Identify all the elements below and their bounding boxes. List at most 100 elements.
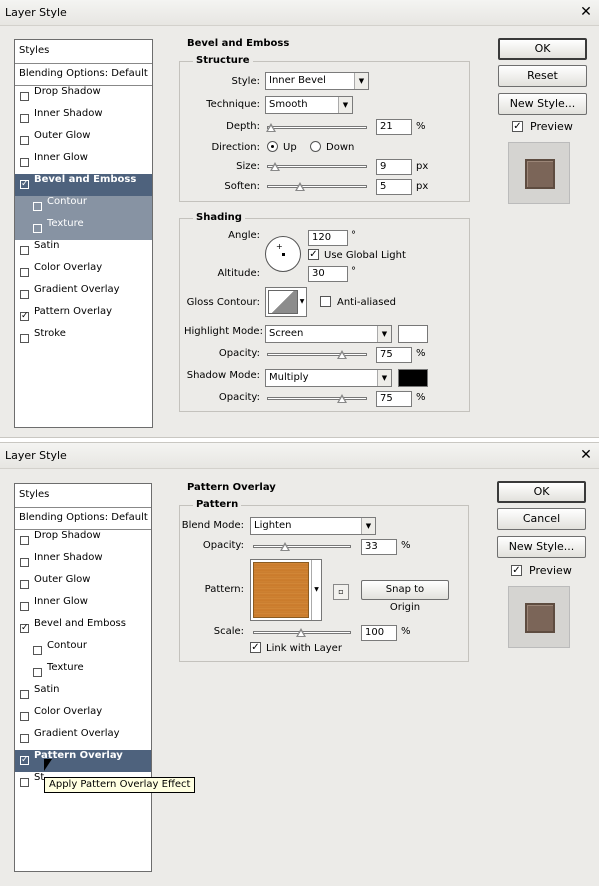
opacity-slider[interactable] xyxy=(253,542,351,552)
style-item-checkbox[interactable] xyxy=(20,558,29,567)
new-preset-icon[interactable]: ▫ xyxy=(333,584,349,600)
style-item-outer-glow[interactable]: Outer Glow xyxy=(15,574,151,596)
style-item-checkbox[interactable]: ✓ xyxy=(20,312,29,321)
style-item-drop-shadow[interactable]: Drop Shadow xyxy=(15,86,152,108)
scale-input[interactable]: 100 xyxy=(361,625,397,641)
ok-button[interactable]: OK xyxy=(498,38,587,60)
style-item-outer-glow[interactable]: Outer Glow xyxy=(15,130,152,152)
highlight-opacity-slider[interactable] xyxy=(267,350,367,360)
style-item-inner-shadow[interactable]: Inner Shadow xyxy=(15,552,151,574)
altitude-input[interactable]: 30 xyxy=(308,266,348,282)
style-item-checkbox[interactable] xyxy=(33,668,42,677)
style-item-gradient-overlay[interactable]: Gradient Overlay xyxy=(15,284,152,306)
direction-up-radio[interactable] xyxy=(267,141,278,152)
style-item-satin[interactable]: Satin xyxy=(15,684,151,706)
style-item-inner-glow[interactable]: Inner Glow xyxy=(15,152,152,174)
style-item-pattern-overlay[interactable]: ✓ Pattern Overlay xyxy=(15,306,152,328)
technique-select[interactable]: Smooth ▼ xyxy=(265,96,353,114)
pattern-picker[interactable]: ▼ xyxy=(250,559,322,621)
style-item-checkbox[interactable] xyxy=(20,158,29,167)
preview-checkbox[interactable]: ✓ xyxy=(512,121,523,132)
style-item-checkbox[interactable] xyxy=(20,290,29,299)
size-input[interactable]: 9 xyxy=(376,159,412,175)
style-item-checkbox[interactable]: ✓ xyxy=(20,756,29,765)
style-item-drop-shadow[interactable]: Drop Shadow xyxy=(15,530,151,552)
style-item-texture[interactable]: Texture xyxy=(15,662,151,684)
new-style-button[interactable]: New Style... xyxy=(497,536,586,558)
style-item-checkbox[interactable] xyxy=(20,92,29,101)
style-item-checkbox[interactable] xyxy=(20,334,29,343)
style-item-bevel-and-emboss[interactable]: ✓ Bevel and Emboss xyxy=(15,174,152,196)
direction-down-radio[interactable] xyxy=(310,141,321,152)
style-item-checkbox[interactable] xyxy=(20,136,29,145)
close-icon[interactable]: ✕ xyxy=(579,5,593,19)
style-item-bevel-and-emboss[interactable]: ✓ Bevel and Emboss xyxy=(15,618,151,640)
depth-input[interactable]: 21 xyxy=(376,119,412,135)
angle-input[interactable]: 120 xyxy=(308,230,348,246)
blending-options-item[interactable]: Blending Options: Default xyxy=(15,508,151,530)
style-item-checkbox[interactable]: ✓ xyxy=(20,180,29,189)
shadow-opacity-slider[interactable] xyxy=(267,394,367,404)
depth-slider-thumb[interactable] xyxy=(266,123,276,132)
style-item-gradient-overlay[interactable]: Gradient Overlay xyxy=(15,728,151,750)
style-item-checkbox[interactable]: ✓ xyxy=(20,624,29,633)
size-slider[interactable] xyxy=(267,162,367,172)
opacity-slider-thumb[interactable] xyxy=(280,542,291,551)
styles-header[interactable]: Styles xyxy=(15,40,152,64)
style-item-inner-shadow[interactable]: Inner Shadow xyxy=(15,108,152,130)
style-item-checkbox[interactable] xyxy=(20,712,29,721)
ok-button[interactable]: OK xyxy=(497,481,586,503)
style-item-checkbox[interactable] xyxy=(33,224,42,233)
style-item-color-overlay[interactable]: Color Overlay xyxy=(15,262,152,284)
new-style-button[interactable]: New Style... xyxy=(498,93,587,115)
highlight-mode-select[interactable]: Screen ▼ xyxy=(265,325,392,343)
shadow-mode-select[interactable]: Multiply ▼ xyxy=(265,369,392,387)
soften-slider-thumb[interactable] xyxy=(295,182,305,191)
style-item-satin[interactable]: Satin xyxy=(15,240,152,262)
soften-input[interactable]: 5 xyxy=(376,179,412,195)
shadow-color-swatch[interactable] xyxy=(398,369,428,387)
soften-slider[interactable] xyxy=(267,182,367,192)
style-item-color-overlay[interactable]: Color Overlay xyxy=(15,706,151,728)
style-select[interactable]: Inner Bevel ▼ xyxy=(265,72,369,90)
style-item-texture[interactable]: Texture xyxy=(15,218,152,240)
style-item-checkbox[interactable] xyxy=(20,246,29,255)
snap-to-origin-button[interactable]: Snap to Origin xyxy=(361,580,449,613)
styles-header[interactable]: Styles xyxy=(15,484,151,508)
style-item-inner-glow[interactable]: Inner Glow xyxy=(15,596,151,618)
gloss-contour-picker[interactable]: ▼ xyxy=(265,287,307,317)
preview-checkbox[interactable]: ✓ xyxy=(511,565,522,576)
shadow-opacity-thumb[interactable] xyxy=(337,394,347,403)
style-item-checkbox[interactable] xyxy=(33,202,42,211)
scale-slider[interactable] xyxy=(253,628,351,638)
style-item-checkbox[interactable] xyxy=(20,580,29,589)
size-slider-thumb[interactable] xyxy=(270,162,280,171)
highlight-opacity-input[interactable]: 75 xyxy=(376,347,412,363)
blend-mode-select[interactable]: Lighten ▼ xyxy=(250,517,376,535)
highlight-opacity-thumb[interactable] xyxy=(337,350,347,359)
style-item-checkbox[interactable] xyxy=(20,602,29,611)
style-item-checkbox[interactable] xyxy=(20,536,29,545)
link-with-layer-checkbox[interactable]: ✓ xyxy=(250,642,261,653)
close-icon[interactable]: ✕ xyxy=(579,448,593,462)
opacity-input[interactable]: 33 xyxy=(361,539,397,555)
style-item-stroke[interactable]: Stroke xyxy=(15,328,152,350)
style-item-checkbox[interactable] xyxy=(20,778,29,787)
anti-aliased-checkbox[interactable] xyxy=(320,296,331,307)
style-item-checkbox[interactable] xyxy=(20,268,29,277)
style-item-checkbox[interactable] xyxy=(20,690,29,699)
style-item-checkbox[interactable] xyxy=(33,646,42,655)
cancel-button[interactable]: Cancel xyxy=(497,508,586,530)
shadow-opacity-input[interactable]: 75 xyxy=(376,391,412,407)
depth-slider[interactable] xyxy=(266,123,367,133)
reset-button[interactable]: Reset xyxy=(498,65,587,87)
style-item-checkbox[interactable] xyxy=(20,114,29,123)
style-item-contour[interactable]: Contour xyxy=(15,640,151,662)
scale-slider-thumb[interactable] xyxy=(296,628,307,637)
style-item-pattern-overlay[interactable]: ✓ Pattern Overlay xyxy=(15,750,151,772)
style-item-contour[interactable]: Contour xyxy=(15,196,152,218)
angle-dial[interactable]: + xyxy=(265,236,301,272)
style-item-checkbox[interactable] xyxy=(20,734,29,743)
highlight-color-swatch[interactable] xyxy=(398,325,428,343)
blending-options-item[interactable]: Blending Options: Default xyxy=(15,64,152,86)
